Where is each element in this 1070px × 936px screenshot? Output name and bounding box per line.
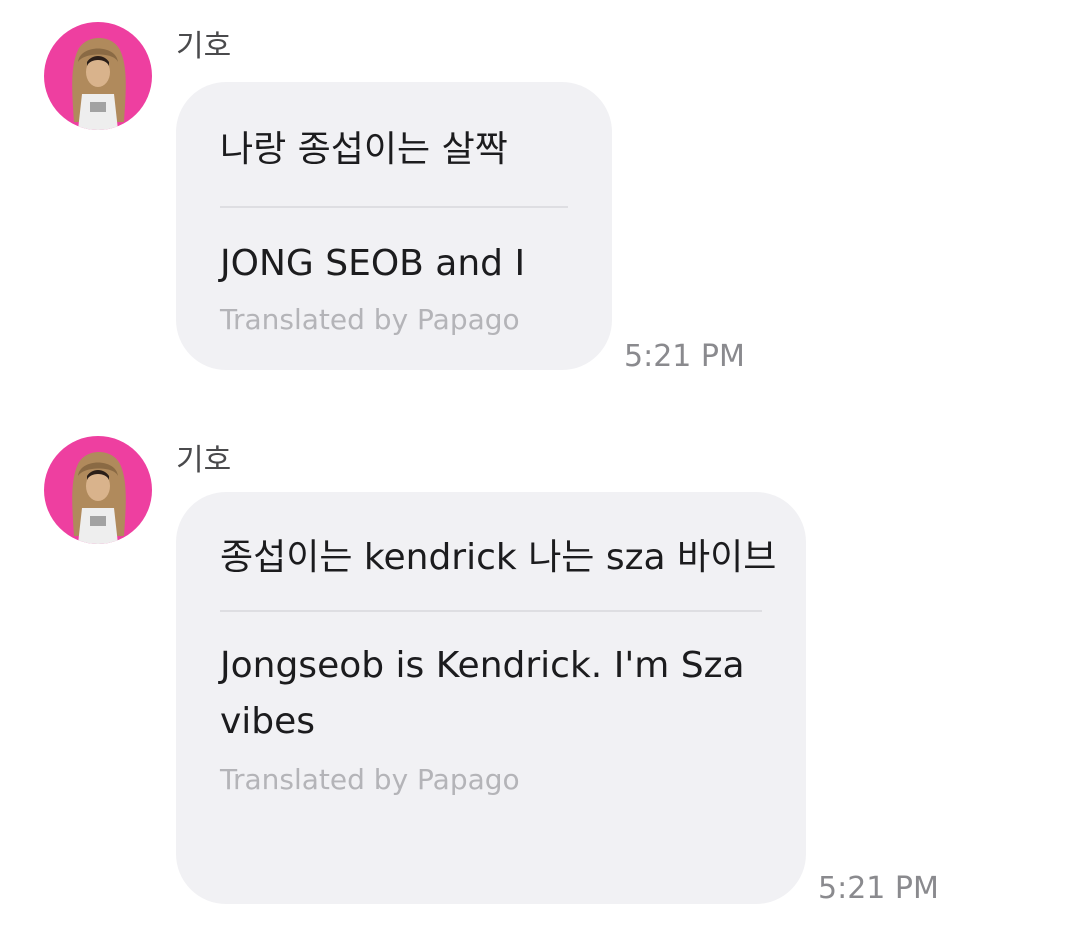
message-group: 기호 종섭이는 kendrick 나는 sza 바이브 Jongseob is … xyxy=(0,414,1070,936)
avatar[interactable] xyxy=(44,22,152,130)
translated-message-text: JONG SEOB and I xyxy=(220,243,526,284)
translation-divider xyxy=(220,206,568,208)
message-bubble[interactable]: 종섭이는 kendrick 나는 sza 바이브 Jongseob is Ken… xyxy=(176,492,806,904)
message-timestamp: 5:21 PM xyxy=(624,339,745,374)
message-timestamp: 5:21 PM xyxy=(818,871,939,906)
translated-by-label: Translated by Papago xyxy=(220,303,520,336)
message-bubble[interactable]: 나랑 종섭이는 살짝 JONG SEOB and I Translated by… xyxy=(176,82,612,370)
original-message-text: 나랑 종섭이는 살짝 xyxy=(220,129,508,170)
translated-message-text: Jongseob is Kendrick. I'm Sza vibes xyxy=(220,645,745,742)
original-message-text: 종섭이는 kendrick 나는 sza 바이브 xyxy=(220,537,777,578)
translated-by-label: Translated by Papago xyxy=(220,763,520,796)
avatar-image xyxy=(44,22,152,130)
message-group: 기호 나랑 종섭이는 살짝 JONG SEOB and I Translated… xyxy=(0,0,1070,400)
avatar[interactable] xyxy=(44,436,152,544)
sender-name: 기호 xyxy=(176,443,232,478)
sender-name: 기호 xyxy=(176,29,232,64)
translation-divider xyxy=(220,610,762,612)
avatar-image xyxy=(44,436,152,544)
